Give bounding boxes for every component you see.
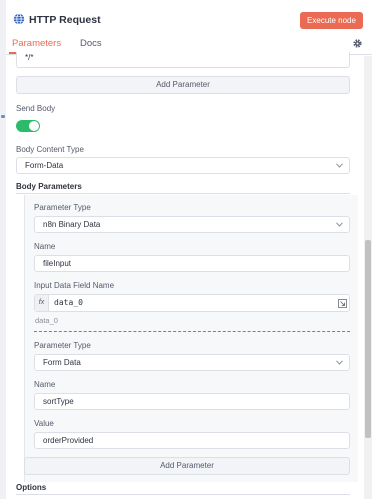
tab-docs[interactable]: Docs [80,38,102,49]
expand-icon[interactable] [338,299,347,308]
parameter-type-label: Parameter Type [34,341,91,350]
section-divider [16,494,350,495]
parameter-type-label: Parameter Type [34,203,91,212]
value-label: Value [34,419,54,428]
add-body-parameter-button[interactable]: Add Parameter [24,457,350,475]
chevron-down-icon [336,163,343,168]
toggle-knob [29,121,39,131]
fx-icon: fx [35,295,49,311]
value-input[interactable]: orderProvided [34,432,350,449]
name-input[interactable]: sortType [34,393,350,410]
canvas-connector-mark [1,115,5,118]
globe-icon [13,13,25,25]
body-content-type-label: Body Content Type [16,145,84,154]
scrollbar[interactable] [364,56,372,499]
body-content-type-value: Form-Data [25,161,64,170]
body-content-type-select[interactable]: Form-Data [16,157,350,174]
name-label: Name [34,242,56,251]
node-title: HTTP Request [29,14,101,26]
panel-header: HTTP Request Execute node [6,0,372,33]
name-input[interactable]: fileInput [34,255,350,272]
parameter-type-value: n8n Binary Data [43,220,101,229]
chevron-down-icon [336,360,343,365]
gear-icon[interactable] [352,38,363,49]
tab-parameters[interactable]: Parameters [12,38,61,49]
options-title: Options [16,483,47,492]
body-parameters-title: Body Parameters [16,182,82,191]
input-data-field-name-input[interactable]: fx data_0 [34,294,350,312]
parameter-separator [34,331,350,332]
add-parameter-button[interactable]: Add Parameter [16,76,350,94]
expression-value: data_0 [54,298,83,307]
name-label: Name [34,380,56,389]
node-settings-panel: HTTP Request Execute node Parameters Doc… [6,0,372,499]
input-data-field-name-label: Input Data Field Name [34,281,115,290]
execute-node-button[interactable]: Execute node [300,12,363,29]
section-divider [16,193,350,194]
chevron-down-icon [336,222,343,227]
parameter-type-select[interactable]: n8n Binary Data [34,216,350,233]
send-body-toggle[interactable] [16,120,40,132]
parameter-type-value: Form Data [43,358,81,367]
scrollbar-thumb[interactable] [365,240,371,438]
expression-result-preview: data_0 [35,316,58,325]
send-body-label: Send Body [16,104,56,113]
parameter-type-select[interactable]: Form Data [34,354,350,371]
accept-header-value-field[interactable]: */* [16,52,350,68]
